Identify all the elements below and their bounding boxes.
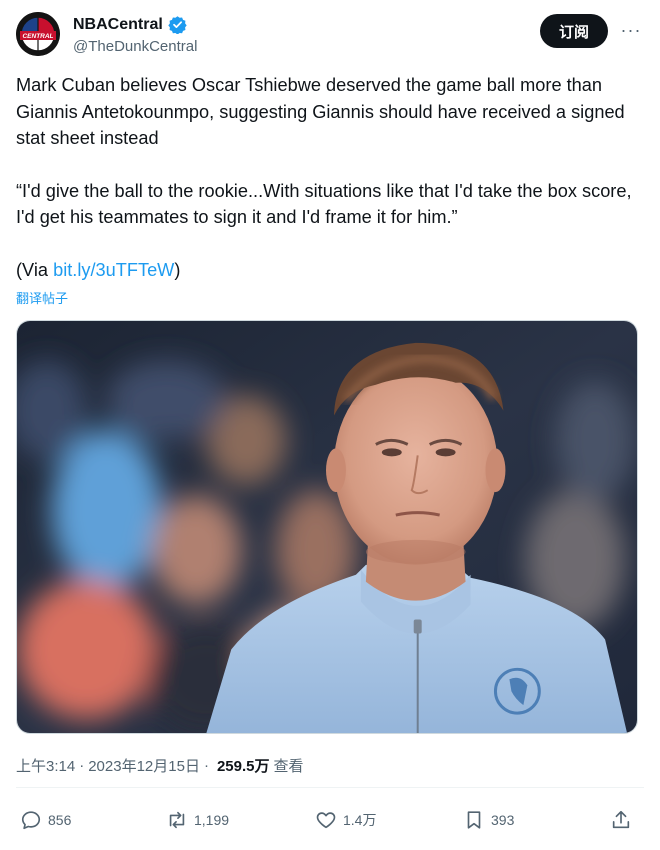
tweet-paragraph-2: “I'd give the ball to the rookie...With …	[16, 180, 632, 228]
photo-image	[17, 321, 637, 733]
view-label: 查看	[273, 758, 304, 775]
retweet-icon	[169, 811, 185, 829]
reply-count: 856	[48, 812, 72, 828]
verified-badge-icon	[168, 15, 187, 35]
avatar-text: CENTRAL	[22, 33, 53, 40]
like-count: 1.4万	[343, 812, 377, 828]
reply-icon	[21, 811, 41, 830]
tweet-date[interactable]: 2023年12月15日	[88, 755, 200, 776]
meta-separator: ·	[203, 757, 209, 774]
subscribe-button[interactable]: 订阅	[540, 14, 608, 48]
handle[interactable]: @TheDunkCentral	[73, 38, 197, 55]
via-prefix: (Via	[16, 259, 54, 280]
bookmark-icon	[467, 811, 481, 829]
like-button[interactable]: 1.4万	[315, 804, 376, 836]
translate-post-link[interactable]: 翻译帖子	[16, 288, 68, 307]
via-suffix: )	[174, 259, 181, 280]
avatar-logo-icon: CENTRAL	[16, 12, 60, 56]
retweet-button[interactable]: 1,199	[166, 804, 229, 836]
avatar[interactable]: CENTRAL	[16, 12, 60, 56]
bookmark-count: 393	[491, 812, 515, 828]
tweet-header: CENTRAL NBACentral @TheDunkCentral 订阅 ··…	[16, 12, 644, 60]
bookmark-button[interactable]: 393	[463, 804, 514, 836]
tweet-paragraph-1: Mark Cuban believes Oscar Tshiebwe deser…	[16, 75, 625, 148]
view-count: 259.5万	[216, 758, 270, 775]
tweet-time[interactable]: 上午3:14	[16, 755, 75, 776]
share-icon	[612, 810, 630, 829]
action-bar: 856 1,199 1.4万 393	[0, 804, 660, 836]
retweet-count: 1,199	[194, 812, 230, 828]
meta-separator: ·	[79, 757, 85, 774]
heart-icon	[316, 812, 336, 829]
via-link[interactable]: bit.ly/3uTFTeW	[53, 260, 174, 280]
reply-button[interactable]: 856	[20, 804, 71, 836]
tweet-photo[interactable]	[16, 320, 638, 734]
share-button[interactable]	[610, 804, 632, 836]
name-row: NBACentral	[73, 15, 187, 35]
tweet-meta: 上午3:14 · 2023年12月15日 · 259.5万 查看	[16, 755, 304, 776]
display-name[interactable]: NBACentral	[73, 16, 163, 34]
tweet-via: (Via bit.ly/3uTFTeW)	[16, 257, 640, 284]
more-icon[interactable]: ···	[618, 20, 644, 40]
divider-top	[16, 787, 644, 788]
tweet-text: Mark Cuban believes Oscar Tshiebwe deser…	[16, 72, 640, 283]
